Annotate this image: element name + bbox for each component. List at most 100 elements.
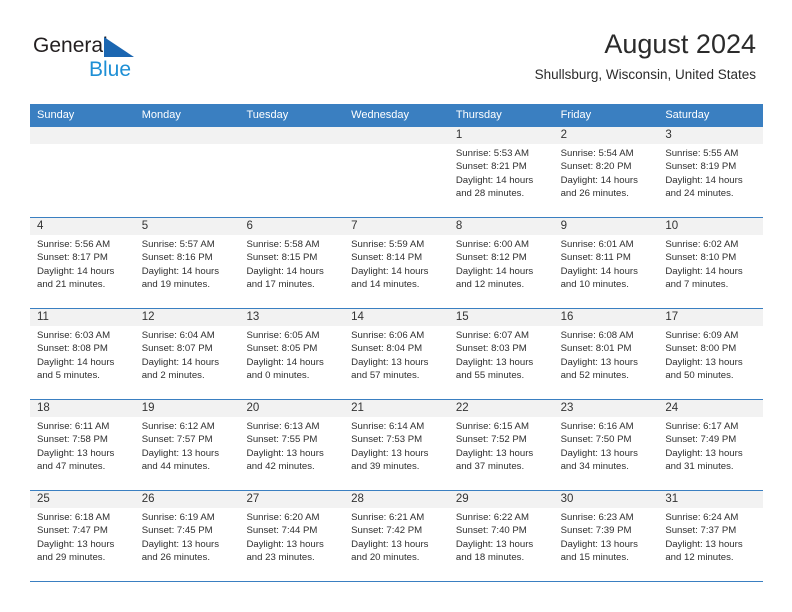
day-sun-info: Sunrise: 6:14 AM Sunset: 7:53 PM Daylight:… <box>344 417 449 473</box>
sunrise-text: Sunrise: 6:04 AM <box>141 330 215 341</box>
sunset-text: Sunset: 8:17 PM <box>37 252 108 264</box>
day-cell[interactable]: 10 Sunrise: 6:02 AM Sunset: 8:10 PM Dayligh… <box>658 218 764 308</box>
daylight-text: Daylight: 13 hours <box>455 356 534 368</box>
page-header: General Blue August 2024 Shullsburg, Wis… <box>0 0 792 100</box>
day-cell[interactable]: 12 Sunrise: 6:04 AM Sunset: 8:07 PM Dayligh… <box>134 309 240 399</box>
day-cell[interactable]: 30 Sunrise: 6:23 AM Sunset: 7:39 PM Dayligh… <box>553 491 659 581</box>
day-sun-info: Sunrise: 5:56 AM Sunset: 8:17 PM Daylight:… <box>30 235 135 291</box>
daylight-text: and 28 minutes. <box>455 187 525 199</box>
general-blue-logo[interactable]: General Blue <box>33 33 213 83</box>
day-sun-info: Sunrise: 5:55 AM Sunset: 8:19 PM Daylight:… <box>658 144 763 200</box>
sunrise-text: Sunrise: 5:54 AM <box>560 148 634 159</box>
daylight-text: Daylight: 14 hours <box>141 356 220 368</box>
daylight-text: and 37 minutes. <box>455 460 525 472</box>
day-cell[interactable]: 13 Sunrise: 6:05 AM Sunset: 8:05 PM Dayligh… <box>239 309 345 399</box>
day-cell[interactable]: 14 Sunrise: 6:06 AM Sunset: 8:04 PM Dayligh… <box>344 309 449 399</box>
day-sun-info: Sunrise: 6:12 AM Sunset: 7:57 PM Daylight:… <box>135 417 240 473</box>
day-number: 23 <box>553 400 659 417</box>
daylight-text: and 39 minutes. <box>351 460 420 472</box>
day-cell[interactable]: 9 Sunrise: 6:01 AM Sunset: 8:11 PM Daylight… <box>553 218 659 308</box>
day-cell[interactable]: 31 Sunrise: 6:24 AM Sunset: 7:37 PM Dayligh… <box>658 491 764 581</box>
day-cell[interactable]: 18 Sunrise: 6:11 AM Sunset: 7:58 PM Dayligh… <box>30 400 135 490</box>
day-sun-info: Sunrise: 6:18 AM Sunset: 7:47 PM Daylight:… <box>30 508 135 564</box>
sunset-text: Sunset: 8:15 PM <box>246 252 318 264</box>
day-cell[interactable]: 16 Sunrise: 6:08 AM Sunset: 8:01 PM Dayligh… <box>553 309 659 399</box>
day-number: 8 <box>448 218 554 235</box>
day-cell[interactable]: 11 Sunrise: 6:03 AM Sunset: 8:08 PM Dayligh… <box>30 309 135 399</box>
daylight-text: Daylight: 14 hours <box>665 265 743 277</box>
daylight-text: Daylight: 14 hours <box>37 265 115 277</box>
day-cell[interactable]: 6 Sunrise: 5:58 AM Sunset: 8:15 PM Daylight… <box>239 218 345 308</box>
sunset-text: Sunset: 7:37 PM <box>665 525 737 537</box>
sunrise-text: Sunrise: 6:17 AM <box>665 421 739 432</box>
day-number <box>134 127 240 144</box>
daylight-text: and 57 minutes. <box>351 369 420 381</box>
day-cell-empty <box>344 127 449 217</box>
weekday-header-saturday: Saturday <box>665 109 710 121</box>
sunset-text: Sunset: 8:01 PM <box>560 343 632 355</box>
day-cell[interactable]: 28 Sunrise: 6:21 AM Sunset: 7:42 PM Dayligh… <box>344 491 449 581</box>
day-number: 15 <box>448 309 554 326</box>
logo-top-row: General <box>33 33 213 59</box>
sunrise-text: Sunrise: 6:05 AM <box>246 330 320 341</box>
day-cell[interactable]: 27 Sunrise: 6:20 AM Sunset: 7:44 PM Dayligh… <box>239 491 345 581</box>
sunrise-text: Sunrise: 5:55 AM <box>665 148 739 159</box>
sunset-text: Sunset: 7:44 PM <box>246 525 318 537</box>
day-cell[interactable]: 3 Sunrise: 5:55 AM Sunset: 8:19 PM Daylight… <box>658 127 764 217</box>
daylight-text: and 12 minutes. <box>455 278 525 290</box>
sunrise-text: Sunrise: 6:16 AM <box>560 421 634 432</box>
day-cell[interactable]: 24 Sunrise: 6:17 AM Sunset: 7:49 PM Dayligh… <box>658 400 764 490</box>
day-cell[interactable]: 20 Sunrise: 6:13 AM Sunset: 7:55 PM Dayligh… <box>239 400 345 490</box>
sunrise-text: Sunrise: 5:58 AM <box>246 239 320 250</box>
sunrise-text: Sunrise: 5:57 AM <box>141 239 215 250</box>
daylight-text: Daylight: 13 hours <box>37 447 115 459</box>
daylight-text: and 34 minutes. <box>560 460 629 472</box>
daylight-text: Daylight: 13 hours <box>665 356 743 368</box>
day-cell[interactable]: 7 Sunrise: 5:59 AM Sunset: 8:14 PM Daylight… <box>344 218 449 308</box>
daylight-text: Daylight: 13 hours <box>665 538 743 550</box>
day-cell[interactable]: 26 Sunrise: 6:19 AM Sunset: 7:45 PM Dayligh… <box>134 491 240 581</box>
day-number: 12 <box>134 309 240 326</box>
sunset-text: Sunset: 8:21 PM <box>455 161 527 173</box>
daylight-text: Daylight: 13 hours <box>665 447 743 459</box>
sunset-text: Sunset: 8:19 PM <box>665 161 737 173</box>
day-number: 24 <box>658 400 764 417</box>
day-cell[interactable]: 17 Sunrise: 6:09 AM Sunset: 8:00 PM Dayligh… <box>658 309 764 399</box>
daylight-text: and 50 minutes. <box>665 369 734 381</box>
day-cell[interactable]: 1 Sunrise: 5:53 AM Sunset: 8:21 PM Daylight… <box>448 127 554 217</box>
day-sun-info: Sunrise: 6:08 AM Sunset: 8:01 PM Daylight:… <box>554 326 659 382</box>
day-cell[interactable]: 22 Sunrise: 6:15 AM Sunset: 7:52 PM Dayligh… <box>448 400 554 490</box>
day-number: 11 <box>30 309 135 326</box>
day-cell[interactable]: 5 Sunrise: 5:57 AM Sunset: 8:16 PM Daylight… <box>134 218 240 308</box>
weekday-header-monday: Monday <box>141 109 181 121</box>
day-sun-info: Sunrise: 5:59 AM Sunset: 8:14 PM Daylight:… <box>344 235 449 291</box>
day-cell[interactable]: 23 Sunrise: 6:16 AM Sunset: 7:50 PM Dayligh… <box>553 400 659 490</box>
day-number: 29 <box>448 491 554 508</box>
day-cell[interactable]: 4 Sunrise: 5:56 AM Sunset: 8:17 PM Daylight… <box>30 218 135 308</box>
weekday-header-wednesday: Wednesday <box>351 109 410 121</box>
daylight-text: and 26 minutes. <box>560 187 629 199</box>
day-cell[interactable]: 15 Sunrise: 6:07 AM Sunset: 8:03 PM Dayligh… <box>448 309 554 399</box>
title-block: August 2024 Shullsburg, Wisconsin, Unite… <box>535 28 756 83</box>
day-cell[interactable]: 8 Sunrise: 6:00 AM Sunset: 8:12 PM Daylight… <box>448 218 554 308</box>
sunset-text: Sunset: 8:20 PM <box>560 161 632 173</box>
day-number: 19 <box>134 400 240 417</box>
day-sun-info: Sunrise: 6:05 AM Sunset: 8:05 PM Daylight:… <box>239 326 344 382</box>
daylight-text: Daylight: 13 hours <box>141 538 220 550</box>
daylight-text: and 14 minutes. <box>351 278 420 290</box>
day-cell[interactable]: 25 Sunrise: 6:18 AM Sunset: 7:47 PM Dayligh… <box>30 491 135 581</box>
sunset-text: Sunset: 7:55 PM <box>246 434 318 446</box>
sunrise-text: Sunrise: 6:18 AM <box>37 512 111 523</box>
day-cell[interactable]: 19 Sunrise: 6:12 AM Sunset: 7:57 PM Dayligh… <box>134 400 240 490</box>
sunrise-text: Sunrise: 6:06 AM <box>351 330 425 341</box>
calendar-weeks: 1 Sunrise: 5:53 AM Sunset: 8:21 PM Daylight… <box>30 126 764 582</box>
day-cell[interactable]: 2 Sunrise: 5:54 AM Sunset: 8:20 PM Daylight… <box>553 127 659 217</box>
day-number: 3 <box>658 127 764 144</box>
daylight-text: and 17 minutes. <box>246 278 315 290</box>
day-cell[interactable]: 21 Sunrise: 6:14 AM Sunset: 7:53 PM Dayligh… <box>344 400 449 490</box>
daylight-text: and 42 minutes. <box>246 460 315 472</box>
day-sun-info: Sunrise: 6:00 AM Sunset: 8:12 PM Daylight:… <box>449 235 554 291</box>
day-cell[interactable]: 29 Sunrise: 6:22 AM Sunset: 7:40 PM Dayligh… <box>448 491 554 581</box>
weekday-header-tuesday: Tuesday <box>246 109 289 121</box>
daylight-text: Daylight: 13 hours <box>455 447 534 459</box>
